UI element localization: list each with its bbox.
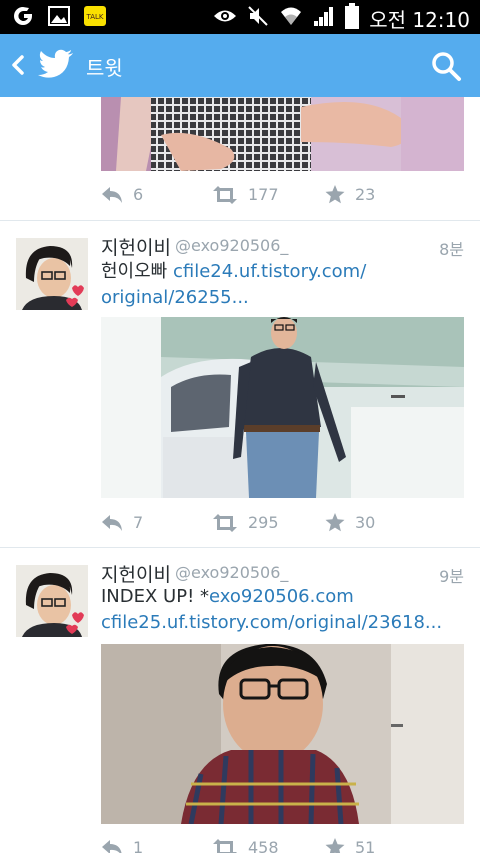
retweet-button[interactable]: 295 [212,513,279,532]
status-bar-left: TALK [12,5,106,31]
gallery-icon [48,6,70,30]
clock: 오전 12:10 [369,7,470,32]
retweet-count: 177 [248,185,279,204]
status-bar-right: 오전 12:10 [213,3,470,33]
tweet-actions: 6 177 23 [101,185,464,209]
reply-count: 7 [133,513,144,532]
avatar[interactable] [16,238,88,310]
status-bar: TALK 오전 12:10 [0,0,480,34]
tweet-item[interactable]: 지헌이비 @exo920506_ 9분 INDEX UP! *exo920506… [0,548,480,853]
back-arrow-icon[interactable] [8,50,28,80]
tweet-text-plain: 헌이오빠 [101,261,173,282]
reply-button[interactable]: 7 [101,513,143,532]
battery-icon [345,3,360,33]
tweet-time: 9분 [439,567,464,586]
reply-button[interactable]: 6 [101,185,143,204]
tweet-item[interactable]: 6 177 23 [0,97,480,221]
tweet-media-image[interactable] [101,644,464,824]
tweet-link[interactable]: exo920506.com [209,586,354,607]
retweet-icon [213,838,237,853]
tweet-media-image[interactable] [101,97,464,171]
tweet-media-image[interactable] [101,317,464,498]
search-icon[interactable] [430,50,462,82]
tweet-actions: 7 295 30 [101,513,464,537]
g-icon [12,5,34,31]
reply-icon [102,514,122,531]
tweet-link-continued[interactable]: cfile25.uf.tistory.com/original/23618... [101,612,442,633]
user-handle[interactable]: @exo920506_ [175,236,288,255]
app-bar: 트윗 [0,34,480,97]
tweet-item[interactable]: 지헌이비 @exo920506_ 8분 헌이오빠 cfile24.uf.tist… [0,221,480,548]
kakaotalk-icon: TALK [84,6,106,30]
reply-icon [102,839,122,853]
tweet-time: 8분 [439,240,464,259]
retweet-button[interactable]: 458 [212,838,279,853]
reply-count: 6 [133,185,144,204]
tweet-text: INDEX UP! *exo920506.com cfile25.uf.tist… [101,584,442,636]
favorite-count: 51 [355,838,376,853]
mute-icon [247,5,269,31]
twitter-bird-icon[interactable] [38,48,74,80]
star-icon [325,185,345,204]
display-name[interactable]: 지헌이비 [101,560,171,587]
tweet-text-plain: INDEX UP! * [101,586,210,607]
avatar[interactable] [16,565,88,637]
favorite-button[interactable]: 30 [325,513,375,532]
favorite-button[interactable]: 23 [325,185,375,204]
signal-icon [313,5,335,31]
reply-icon [102,186,122,203]
kakao-label: TALK [85,13,103,21]
favorite-button[interactable]: 51 [325,838,375,853]
reply-count: 1 [133,838,144,853]
favorite-count: 30 [355,513,376,532]
tweet-actions: 1 458 51 [101,838,464,853]
star-icon [325,838,345,853]
display-name[interactable]: 지헌이비 [101,233,171,260]
favorite-count: 23 [355,185,376,204]
wifi-icon [279,5,303,31]
tweet-link-continued[interactable]: original/26255... [101,287,249,308]
retweet-icon [213,513,237,532]
reply-button[interactable]: 1 [101,838,143,853]
tweet-text: 헌이오빠 cfile24.uf.tistory.com/ original/26… [101,259,366,311]
eye-icon [213,7,237,29]
page-title: 트윗 [86,56,123,80]
retweet-button[interactable]: 177 [212,185,279,204]
retweet-icon [213,185,237,204]
star-icon [325,513,345,532]
retweet-count: 458 [248,838,279,853]
tweet-feed[interactable]: 6 177 23 지헌이비 @exo920506_ 8분 헌이오빠 cfile2… [0,97,480,853]
retweet-count: 295 [248,513,279,532]
user-handle[interactable]: @exo920506_ [175,563,288,582]
tweet-link[interactable]: cfile24.uf.tistory.com/ [173,261,366,282]
